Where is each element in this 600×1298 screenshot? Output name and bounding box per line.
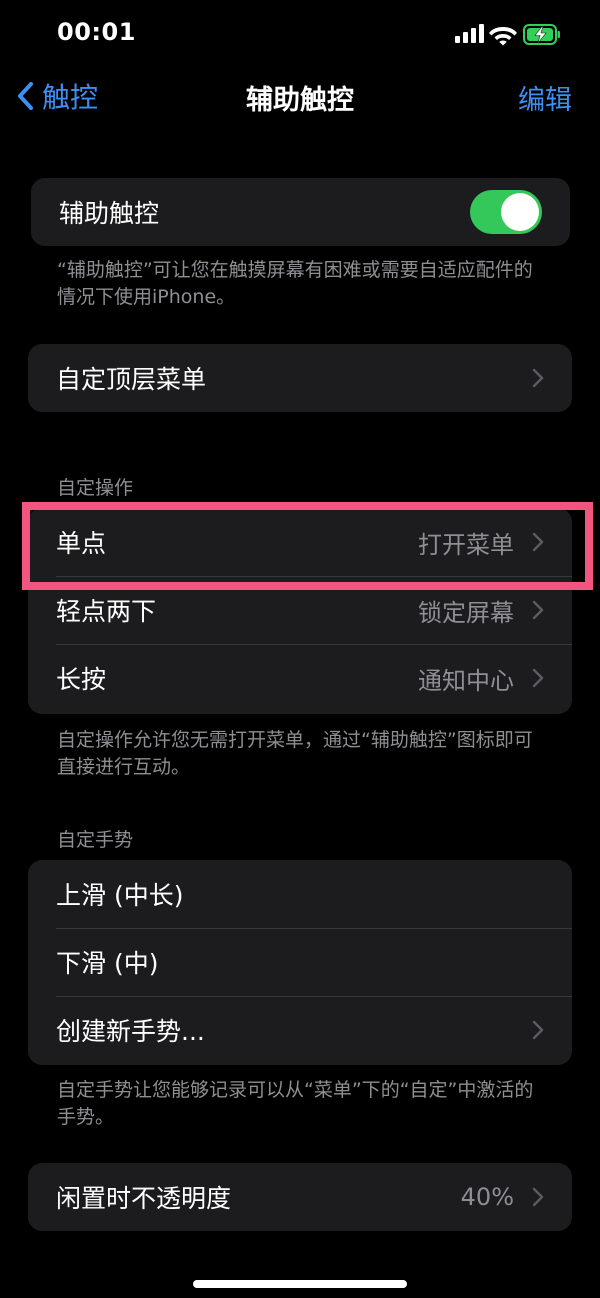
gesture-label: 下滑 (中) [56,949,159,978]
custom-gestures-footer: 自定手势让您能够记录可以从“菜单”下的“自定”中激活的手势。 [57,1079,534,1128]
chevron-right-icon [532,600,544,620]
gesture-label: 上滑 (中长) [56,881,184,910]
chevron-right-icon [532,368,544,388]
custom-gestures-header: 自定手势 [57,829,134,851]
long-press-row[interactable]: 长按 通知中心 [28,644,572,712]
custom-actions-footer: 自定操作允许您无需打开菜单，通过“辅助触控”图标即可直接进行互动。 [57,729,533,778]
status-time: 00:01 [57,18,136,46]
page-title: 辅助触控 [246,85,354,116]
wifi-icon [489,27,517,46]
long-press-value: 通知中心 [418,666,514,695]
gesture-row[interactable]: 上滑 (中长) [28,860,572,928]
chevron-right-icon [532,1020,544,1040]
long-press-label: 长按 [56,665,107,694]
status-icons [455,24,560,46]
chevron-right-icon [532,1187,544,1207]
home-indicator[interactable] [193,1280,407,1288]
cellular-signal-icon [455,24,484,43]
idle-opacity-label: 闲置时不透明度 [56,1184,232,1213]
gesture-row[interactable]: 下滑 (中) [28,928,572,996]
custom-gestures-group: 上滑 (中长) 下滑 (中) 创建新手势... [28,860,572,1065]
assistive-touch-footer: “辅助触控”可让您在触摸屏幕有困难或需要自适应配件的情况下使用iPhone。 [57,259,533,308]
double-tap-label: 轻点两下 [56,597,157,626]
create-gesture-label: 创建新手势... [56,1017,205,1046]
toggle-knob [501,193,539,231]
create-gesture-row[interactable]: 创建新手势... [28,996,572,1064]
top-menu-group: 自定顶层菜单 [28,344,572,412]
highlight-box [22,502,593,590]
assistive-touch-group: 辅助触控 [31,178,570,246]
top-menu-row[interactable]: 自定顶层菜单 [28,344,572,412]
assistive-touch-label: 辅助触控 [59,199,160,228]
chevron-right-icon [532,668,544,688]
edit-button[interactable]: 编辑 [518,78,572,117]
assistive-touch-toggle[interactable] [470,190,542,234]
idle-opacity-group: 闲置时不透明度 40% [28,1163,572,1231]
custom-actions-header: 自定操作 [57,477,134,499]
idle-opacity-row[interactable]: 闲置时不透明度 40% [28,1163,572,1231]
top-menu-label: 自定顶层菜单 [56,365,207,394]
assistive-touch-row: 辅助触控 [31,178,570,246]
double-tap-value: 锁定屏幕 [418,598,514,627]
idle-opacity-value: 40% [460,1183,514,1211]
battery-charging-icon [523,24,560,45]
